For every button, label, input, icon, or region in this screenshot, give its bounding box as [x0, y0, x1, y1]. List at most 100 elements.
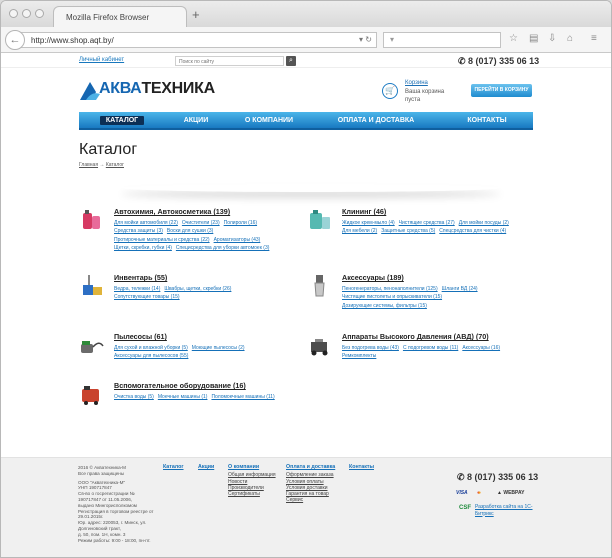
subcategory-link[interactable]: Жидкое крем-мыло (4): [342, 220, 395, 226]
footer-col-company: О компании Общая информация Новости Прои…: [228, 464, 276, 497]
category-title[interactable]: Пылесосы (61): [114, 332, 167, 341]
footer-col-contacts: Контакты: [349, 464, 374, 472]
breadcrumb-home[interactable]: Главная: [79, 162, 98, 168]
new-tab-button[interactable]: +: [192, 7, 200, 22]
subcategory-link[interactable]: Воски для сушки (3): [167, 228, 213, 234]
mastercard-icon: ●●: [477, 490, 482, 496]
footer-link-catalog[interactable]: Каталог: [163, 464, 184, 470]
footer-link[interactable]: Сертификаты: [228, 491, 276, 497]
nav-item-company[interactable]: О КОМПАНИИ: [227, 117, 311, 124]
browser-search-field[interactable]: ▾: [383, 32, 501, 48]
site-search-input[interactable]: [175, 56, 284, 66]
subcategory-link[interactable]: Без подогрева воды (43): [342, 345, 399, 351]
subcategory-link[interactable]: Сопутствующие товары (15): [114, 294, 180, 300]
subcategory-link[interactable]: Средства защиты (3): [114, 228, 163, 234]
subcategory-list: Очистка воды (5) Моечные машины (1) Поломо…: [114, 393, 314, 401]
nav-item-contacts[interactable]: КОНТАКТЫ: [441, 117, 533, 124]
category-title[interactable]: Аксессуары (189): [342, 273, 404, 282]
subcategory-link[interactable]: Чистящие средства (27): [399, 220, 455, 226]
subcategory-link[interactable]: Для мебели (2): [342, 228, 377, 234]
subcategory-link[interactable]: Моечные машины (1): [158, 394, 208, 400]
category-title[interactable]: Клининг (46): [342, 207, 386, 216]
subcategory-link[interactable]: Швабры, щетки, скребки (26): [164, 286, 231, 292]
bookmarks-menu-icon[interactable]: ▤: [529, 33, 538, 44]
footer-link-contacts[interactable]: Контакты: [349, 464, 374, 470]
subcategory-link[interactable]: Протирочные материалы и средства (22): [114, 237, 210, 243]
category-title[interactable]: Инвентарь (55): [114, 273, 167, 282]
subcategory-link[interactable]: Аксессуары (16): [462, 345, 500, 351]
subcategory-link[interactable]: Очистка воды (5): [114, 394, 154, 400]
floor-scrubber-icon[interactable]: [79, 381, 105, 407]
cart-icon[interactable]: 🛒: [382, 83, 398, 99]
subcategory-link[interactable]: Для сухой и влажной уборки (5): [114, 345, 188, 351]
site-search-button[interactable]: ⌕: [286, 56, 296, 66]
subcategory-link[interactable]: Моющие пылесосы (2): [192, 345, 245, 351]
footer-link-delivery[interactable]: Оплата и доставка: [286, 464, 335, 470]
maximize-window-button[interactable]: [35, 9, 44, 18]
subcategory-link[interactable]: Спецсредства для чистки (4): [439, 228, 506, 234]
inventory-bucket-icon[interactable]: [79, 273, 105, 299]
legal-line: Юр. адрес: 220053, г. Минск, ул. Долгино…: [78, 520, 147, 531]
subcategory-link[interactable]: С подогревом воды (11): [403, 345, 458, 351]
footer-link-company[interactable]: О компании: [228, 464, 276, 470]
subcategory-link[interactable]: Ремкомплекты: [342, 353, 376, 359]
footer-link[interactable]: Общая информация: [228, 472, 276, 478]
category-title[interactable]: Вспомогательное оборудование (16): [114, 381, 246, 390]
account-link[interactable]: Личный кабинет: [79, 57, 124, 63]
legal-line: Режим работы: 9:00 - 18:00, пн-пт.: [78, 537, 151, 543]
subcategory-link[interactable]: Щетки, скребки, губки (4): [114, 245, 172, 251]
close-window-button[interactable]: [9, 9, 18, 18]
downloads-icon[interactable]: ⇩: [548, 33, 556, 44]
bookmark-star-icon[interactable]: ☆: [509, 33, 518, 44]
accessories-foam-icon[interactable]: [307, 273, 333, 299]
subcategory-link[interactable]: Чистящие пистолеты и опрыскиватели (15): [342, 294, 442, 300]
page-content: Личный кабинет ⌕ ✆ 8 (017) 335 06 13 АКВ…: [1, 53, 611, 557]
subcategory-link[interactable]: Ароматизаторы (43): [214, 237, 261, 243]
pressure-washer-icon[interactable]: [307, 332, 333, 358]
nav-item-catalog[interactable]: КАТАЛОГ: [99, 115, 145, 125]
cart-link[interactable]: Корзина: [405, 80, 428, 86]
logo-akva: АКВА: [99, 80, 142, 97]
subcategory-link[interactable]: Дозирующие системы, фильтры (15): [342, 303, 427, 309]
minimize-window-button[interactable]: [22, 9, 31, 18]
subcategory-link[interactable]: Поломоечные машины (11): [211, 394, 274, 400]
browser-toolbar: http://www.shop.aqt.by/ ▾ ↻ ← ▾ ☆ ▤ ⇩ ⌂ …: [1, 27, 611, 53]
vacuum-cleaner-icon[interactable]: [79, 332, 105, 358]
nav-item-promotions[interactable]: АКЦИИ: [165, 117, 227, 124]
address-bar[interactable]: http://www.shop.aqt.by/ ▾ ↻: [21, 32, 377, 48]
footer-link[interactable]: Сервис: [286, 497, 335, 503]
url-text: http://www.shop.aqt.by/: [31, 36, 114, 45]
phone-icon: ✆: [457, 472, 468, 482]
subcategory-link[interactable]: Очистители (23): [182, 220, 220, 226]
logo-text[interactable]: АКВАТЕХНИКА: [99, 80, 215, 98]
footer-link-promotions[interactable]: Акции: [198, 464, 214, 470]
back-button[interactable]: ←: [5, 30, 25, 50]
subcategory-link[interactable]: Защитные средства (5): [381, 228, 435, 234]
nav-item-payment-delivery[interactable]: ОПЛАТА И ДОСТАВКА: [311, 117, 441, 124]
visa-logo: VISA: [456, 490, 468, 496]
breadcrumb-current[interactable]: Каталог: [106, 162, 124, 168]
subcategory-link[interactable]: Аксессуары для пылесосов (55): [114, 353, 188, 359]
category-title[interactable]: Автохимия, Автокосметика (139): [114, 207, 230, 216]
autochem-bottles-icon[interactable]: [79, 207, 105, 233]
browser-tab[interactable]: Mozilla Firefox Browser: [53, 6, 187, 28]
menu-icon[interactable]: ≡: [591, 33, 597, 44]
reload-icon[interactable]: ▾ ↻: [359, 35, 372, 44]
subcategory-link[interactable]: Для мойки посуды (2): [459, 220, 509, 226]
subcategory-link[interactable]: Специсредства для уборки автомоек (3): [176, 245, 270, 251]
subcategory-link[interactable]: Пеногенераторы, пенонаполнители (125): [342, 286, 438, 292]
subcategory-link[interactable]: Для мойки автомобиля (22): [114, 220, 178, 226]
subcategory-link[interactable]: Полироли (16): [224, 220, 257, 226]
subcategory-link[interactable]: Шланги ВД (24): [442, 286, 478, 292]
category-title[interactable]: Аппараты Высокого Давления (АВД) (70): [342, 332, 489, 341]
divider-shadow: [121, 184, 501, 192]
home-icon[interactable]: ⌂: [567, 33, 573, 44]
footer-legal: 2016 © Акватехника-М Все права защищены …: [78, 465, 158, 543]
header-phone: ✆ 8 (017) 335 06 13: [458, 56, 539, 67]
breadcrumb: Главная → Каталог: [79, 162, 124, 168]
developer-link[interactable]: Разработка сайта на 1С-Битрикс: [475, 504, 535, 517]
footer-link[interactable]: Оформление заказа: [286, 472, 335, 478]
go-to-cart-button[interactable]: ПЕРЕЙТИ В КОРЗИНУ: [471, 84, 532, 97]
subcategory-link[interactable]: Ведра, тележки (14): [114, 286, 160, 292]
cleaning-bottles-icon[interactable]: [307, 207, 333, 233]
